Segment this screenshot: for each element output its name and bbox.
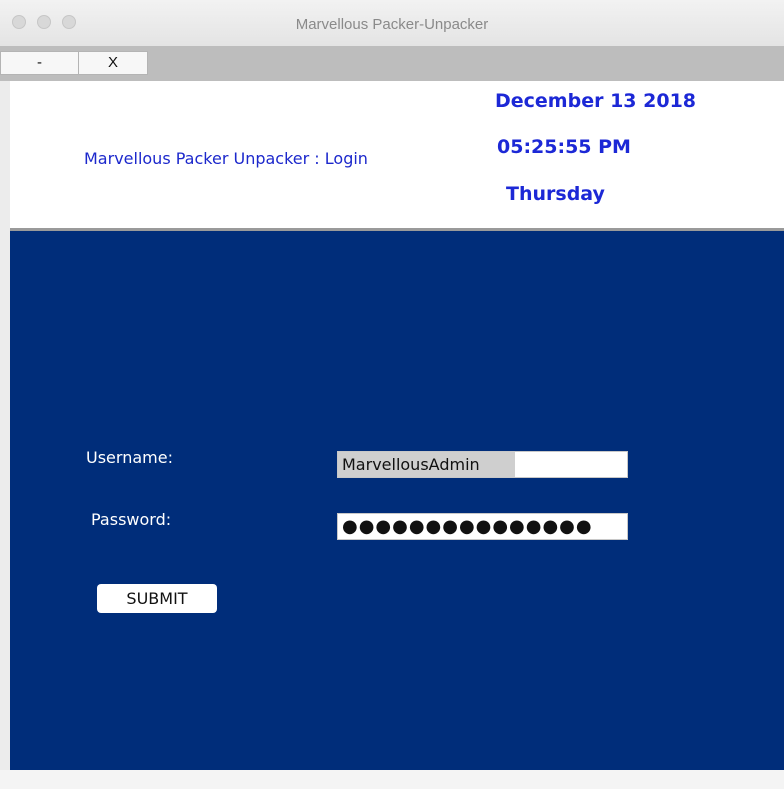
day-label: Thursday xyxy=(506,183,605,205)
username-field[interactable] xyxy=(337,451,628,478)
minimize-button[interactable]: - xyxy=(0,51,79,75)
submit-button[interactable]: SUBMIT xyxy=(97,584,217,613)
username-label: Username: xyxy=(86,448,173,467)
app-window: Marvellous Packer-Unpacker - X Marvellou… xyxy=(0,0,784,789)
password-field[interactable] xyxy=(337,513,628,540)
window-footer xyxy=(0,770,784,789)
page-title: Marvellous Packer Unpacker : Login xyxy=(84,149,368,168)
date-label: December 13 2018 xyxy=(495,90,697,112)
password-label: Password: xyxy=(91,510,172,529)
login-panel: Username: Password: SUBMIT xyxy=(10,231,784,770)
title-bar[interactable]: Marvellous Packer-Unpacker xyxy=(0,0,784,47)
window-title: Marvellous Packer-Unpacker xyxy=(295,16,489,33)
close-button[interactable]: X xyxy=(78,51,148,75)
header-panel: Marvellous Packer Unpacker : Login Decem… xyxy=(10,81,784,229)
time-label: 05:25:55 PM xyxy=(497,136,631,158)
window-controls-bar: - X xyxy=(0,46,784,81)
